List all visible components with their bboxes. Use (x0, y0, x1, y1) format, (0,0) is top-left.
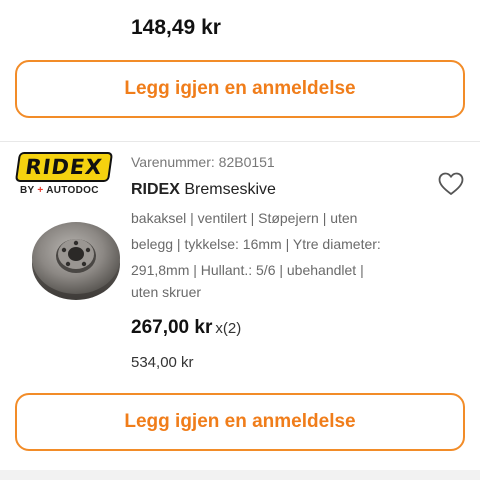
article-number: Varenummer: 82B0151 (131, 154, 275, 170)
byline-plus-icon: + (37, 185, 44, 196)
product-name: Bremseskive (184, 181, 276, 198)
total-price: 534,00 kr (131, 354, 194, 371)
unit-price: 267,00 kr x(2) (131, 317, 241, 339)
spec-line: bakaksel | ventilert | Støpejern | uten (131, 210, 358, 226)
section-separator (0, 470, 480, 480)
heart-outline-icon[interactable] (438, 172, 464, 196)
previous-item-price: 148,49 kr (131, 16, 221, 39)
brand-byline: BY + AUTODOC (20, 185, 99, 196)
unit-price-value: 267,00 kr (131, 317, 213, 338)
product-brand: RIDEX (131, 181, 180, 198)
leave-review-button[interactable]: Legg igjen en anmeldelse (15, 60, 465, 118)
leave-review-button[interactable]: Legg igjen en anmeldelse (15, 393, 465, 451)
byline-name: AUTODOC (46, 185, 99, 196)
brake-disc-image[interactable] (28, 208, 124, 304)
spec-line: uten skruer (131, 284, 202, 300)
ridex-logo: RIDEX (14, 152, 114, 182)
byline-prefix: BY (20, 185, 35, 196)
spec-line: 291,8mm | Hullant.: 5/6 | ubehandlet | (131, 262, 364, 278)
product-specs: bakaksel | ventilert | Støpejern | uten … (131, 205, 431, 301)
product-title[interactable]: RIDEX Bremseskive (131, 181, 276, 199)
spec-line: belegg | tykkelse: 16mm | Ytre diameter: (131, 236, 381, 252)
quantity-label: x(2) (215, 320, 242, 337)
item-divider (0, 141, 480, 142)
